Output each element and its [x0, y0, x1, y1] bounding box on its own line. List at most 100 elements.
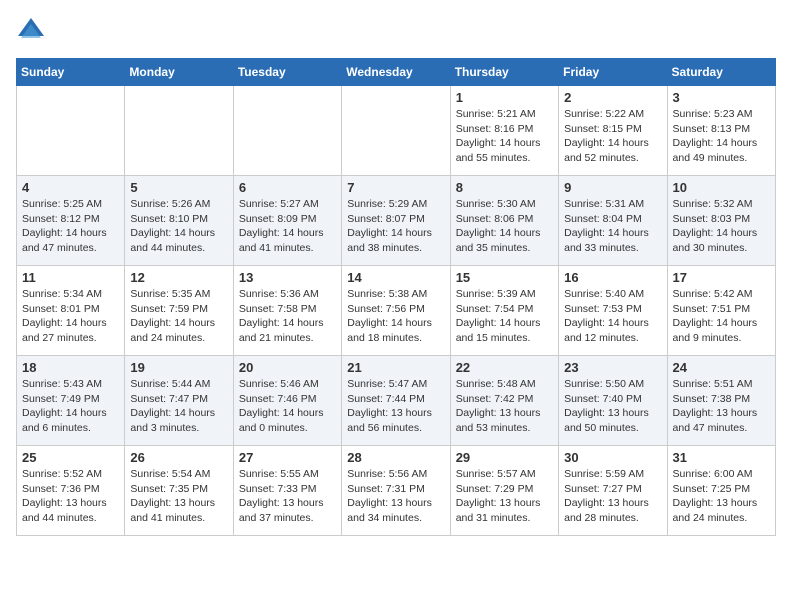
calendar-cell: 7Sunrise: 5:29 AM Sunset: 8:07 PM Daylig…	[342, 176, 450, 266]
day-info: Sunrise: 5:42 AM Sunset: 7:51 PM Dayligh…	[673, 287, 770, 346]
day-info: Sunrise: 5:59 AM Sunset: 7:27 PM Dayligh…	[564, 467, 661, 526]
calendar-cell: 20 Sunrise: 5:46 AM Sunset: 7:46 PM Dayli…	[233, 356, 341, 446]
day-number: 17	[673, 270, 770, 285]
header-day-wednesday: Wednesday	[342, 59, 450, 86]
week-row-4: 18 Sunrise: 5:43 AM Sunset: 7:49 PM Dayli…	[17, 356, 776, 446]
calendar-cell: 12Sunrise: 5:35 AM Sunset: 7:59 PM Dayli…	[125, 266, 233, 356]
day-info: Sunrise: 5:34 AM Sunset: 8:01 PM Dayligh…	[22, 287, 119, 346]
day-number: 20	[239, 360, 336, 375]
calendar-table: SundayMondayTuesdayWednesdayThursdayFrid…	[16, 58, 776, 536]
calendar-cell: 14 Sunrise: 5:38 AM Sunset: 7:56 PM Dayli…	[342, 266, 450, 356]
day-number: 31	[673, 450, 770, 465]
day-info: Sunrise: 5:54 AM Sunset: 7:35 PM Dayligh…	[130, 467, 227, 526]
calendar-cell: 8 Sunrise: 5:30 AM Sunset: 8:06 PM Daylig…	[450, 176, 558, 266]
week-row-2: 4 Sunrise: 5:25 AM Sunset: 8:12 PM Daylig…	[17, 176, 776, 266]
day-number: 11	[22, 270, 119, 285]
day-info: Sunrise: 5:30 AM Sunset: 8:06 PM Dayligh…	[456, 197, 553, 256]
day-info: Sunrise: 5:56 AM Sunset: 7:31 PM Dayligh…	[347, 467, 444, 526]
calendar-cell: 29 Sunrise: 5:57 AM Sunset: 7:29 PM Dayli…	[450, 446, 558, 536]
calendar-cell: 27 Sunrise: 5:55 AM Sunset: 7:33 PM Dayli…	[233, 446, 341, 536]
day-info: Sunrise: 5:35 AM Sunset: 7:59 PM Dayligh…	[130, 287, 227, 346]
page-header	[16, 16, 776, 46]
day-number: 6	[239, 180, 336, 195]
calendar-cell: 26 Sunrise: 5:54 AM Sunset: 7:35 PM Dayli…	[125, 446, 233, 536]
calendar-cell: 25Sunrise: 5:52 AM Sunset: 7:36 PM Dayli…	[17, 446, 125, 536]
day-info: Sunrise: 5:55 AM Sunset: 7:33 PM Dayligh…	[239, 467, 336, 526]
calendar-cell	[17, 86, 125, 176]
day-info: Sunrise: 5:57 AM Sunset: 7:29 PM Dayligh…	[456, 467, 553, 526]
day-info: Sunrise: 5:25 AM Sunset: 8:12 PM Dayligh…	[22, 197, 119, 256]
calendar-cell: 2 Sunrise: 5:22 AM Sunset: 8:15 PM Daylig…	[559, 86, 667, 176]
calendar-cell	[233, 86, 341, 176]
day-info: Sunrise: 6:00 AM Sunset: 7:25 PM Dayligh…	[673, 467, 770, 526]
header-day-saturday: Saturday	[667, 59, 775, 86]
day-number: 4	[22, 180, 119, 195]
calendar-cell: 15 Sunrise: 5:39 AM Sunset: 7:54 PM Dayli…	[450, 266, 558, 356]
week-row-1: 1 Sunrise: 5:21 AM Sunset: 8:16 PM Daylig…	[17, 86, 776, 176]
calendar-cell: 3 Sunrise: 5:23 AM Sunset: 8:13 PM Daylig…	[667, 86, 775, 176]
day-info: Sunrise: 5:40 AM Sunset: 7:53 PM Dayligh…	[564, 287, 661, 346]
day-number: 3	[673, 90, 770, 105]
day-info: Sunrise: 5:48 AM Sunset: 7:42 PM Dayligh…	[456, 377, 553, 436]
day-number: 28	[347, 450, 444, 465]
header-row: SundayMondayTuesdayWednesdayThursdayFrid…	[17, 59, 776, 86]
calendar-cell: 5 Sunrise: 5:26 AM Sunset: 8:10 PM Daylig…	[125, 176, 233, 266]
day-number: 7	[347, 180, 444, 195]
header-day-monday: Monday	[125, 59, 233, 86]
calendar-cell	[125, 86, 233, 176]
header-day-thursday: Thursday	[450, 59, 558, 86]
calendar-cell: 17 Sunrise: 5:42 AM Sunset: 7:51 PM Dayli…	[667, 266, 775, 356]
day-info: Sunrise: 5:43 AM Sunset: 7:49 PM Dayligh…	[22, 377, 119, 436]
day-info: Sunrise: 5:46 AM Sunset: 7:46 PM Dayligh…	[239, 377, 336, 436]
calendar-cell: 10Sunrise: 5:32 AM Sunset: 8:03 PM Dayli…	[667, 176, 775, 266]
calendar-cell: 11 Sunrise: 5:34 AM Sunset: 8:01 PM Dayli…	[17, 266, 125, 356]
day-info: Sunrise: 5:50 AM Sunset: 7:40 PM Dayligh…	[564, 377, 661, 436]
calendar-cell: 31 Sunrise: 6:00 AM Sunset: 7:25 PM Dayli…	[667, 446, 775, 536]
day-number: 15	[456, 270, 553, 285]
day-number: 22	[456, 360, 553, 375]
day-info: Sunrise: 5:26 AM Sunset: 8:10 PM Dayligh…	[130, 197, 227, 256]
day-number: 30	[564, 450, 661, 465]
day-number: 1	[456, 90, 553, 105]
day-number: 25	[22, 450, 119, 465]
calendar-header: SundayMondayTuesdayWednesdayThursdayFrid…	[17, 59, 776, 86]
calendar-cell: 13Sunrise: 5:36 AM Sunset: 7:58 PM Dayli…	[233, 266, 341, 356]
day-number: 5	[130, 180, 227, 195]
calendar-cell	[342, 86, 450, 176]
calendar-body: 1 Sunrise: 5:21 AM Sunset: 8:16 PM Daylig…	[17, 86, 776, 536]
week-row-5: 25Sunrise: 5:52 AM Sunset: 7:36 PM Dayli…	[17, 446, 776, 536]
calendar-cell: 24Sunrise: 5:51 AM Sunset: 7:38 PM Dayli…	[667, 356, 775, 446]
calendar-cell: 6Sunrise: 5:27 AM Sunset: 8:09 PM Daylig…	[233, 176, 341, 266]
calendar-cell: 28 Sunrise: 5:56 AM Sunset: 7:31 PM Dayli…	[342, 446, 450, 536]
day-number: 26	[130, 450, 227, 465]
day-info: Sunrise: 5:21 AM Sunset: 8:16 PM Dayligh…	[456, 107, 553, 166]
day-info: Sunrise: 5:22 AM Sunset: 8:15 PM Dayligh…	[564, 107, 661, 166]
calendar-cell: 19 Sunrise: 5:44 AM Sunset: 7:47 PM Dayli…	[125, 356, 233, 446]
day-number: 27	[239, 450, 336, 465]
day-number: 14	[347, 270, 444, 285]
week-row-3: 11 Sunrise: 5:34 AM Sunset: 8:01 PM Dayli…	[17, 266, 776, 356]
calendar-cell: 18 Sunrise: 5:43 AM Sunset: 7:49 PM Dayli…	[17, 356, 125, 446]
day-info: Sunrise: 5:47 AM Sunset: 7:44 PM Dayligh…	[347, 377, 444, 436]
day-number: 19	[130, 360, 227, 375]
day-info: Sunrise: 5:38 AM Sunset: 7:56 PM Dayligh…	[347, 287, 444, 346]
day-info: Sunrise: 5:23 AM Sunset: 8:13 PM Dayligh…	[673, 107, 770, 166]
calendar-cell: 21 Sunrise: 5:47 AM Sunset: 7:44 PM Dayli…	[342, 356, 450, 446]
day-number: 23	[564, 360, 661, 375]
day-number: 29	[456, 450, 553, 465]
header-day-tuesday: Tuesday	[233, 59, 341, 86]
day-number: 2	[564, 90, 661, 105]
day-number: 24	[673, 360, 770, 375]
day-number: 21	[347, 360, 444, 375]
calendar-cell: 1 Sunrise: 5:21 AM Sunset: 8:16 PM Daylig…	[450, 86, 558, 176]
header-day-friday: Friday	[559, 59, 667, 86]
day-number: 13	[239, 270, 336, 285]
day-info: Sunrise: 5:44 AM Sunset: 7:47 PM Dayligh…	[130, 377, 227, 436]
day-number: 9	[564, 180, 661, 195]
day-number: 10	[673, 180, 770, 195]
day-number: 18	[22, 360, 119, 375]
day-number: 8	[456, 180, 553, 195]
calendar-cell: 30 Sunrise: 5:59 AM Sunset: 7:27 PM Dayli…	[559, 446, 667, 536]
calendar-cell: 9Sunrise: 5:31 AM Sunset: 8:04 PM Daylig…	[559, 176, 667, 266]
day-info: Sunrise: 5:39 AM Sunset: 7:54 PM Dayligh…	[456, 287, 553, 346]
